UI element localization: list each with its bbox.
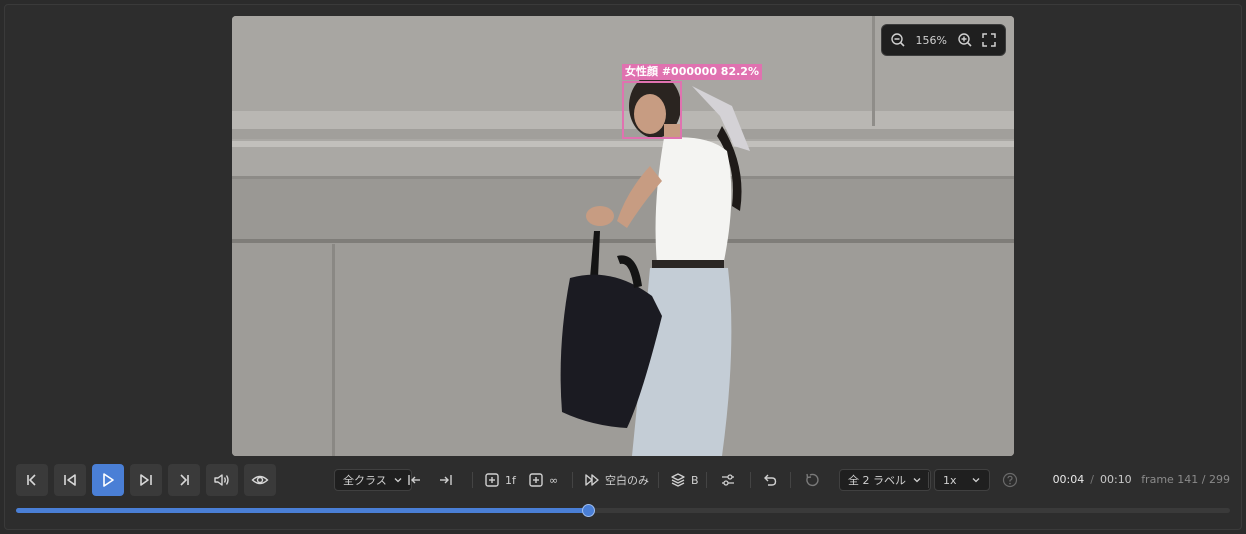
layers-icon <box>671 473 685 487</box>
video-canvas[interactable]: 女性顔 #000000 82.2% 156% <box>232 16 1014 456</box>
divider <box>572 472 573 488</box>
current-time: 00:04 <box>1052 473 1085 486</box>
fullscreen-icon <box>982 33 996 47</box>
frame-counter: frame 141 / 299 <box>1141 473 1230 486</box>
next-frame-button[interactable] <box>130 464 162 496</box>
previous-frame-icon <box>64 474 76 486</box>
playback-speed-select[interactable]: 1x <box>934 469 990 491</box>
layers-label: B <box>691 473 699 487</box>
adjust-settings-button[interactable] <box>714 466 742 494</box>
zoom-in-icon <box>958 33 972 47</box>
reset-icon <box>806 473 819 487</box>
help-button[interactable] <box>996 466 1024 494</box>
volume-button[interactable] <box>206 464 238 496</box>
time-separator: / <box>1090 473 1094 486</box>
blank-only-button[interactable]: 空白のみ <box>578 466 655 494</box>
timeline-progress-bar[interactable] <box>16 504 1230 517</box>
skip-to-start-button[interactable] <box>16 464 48 496</box>
undo-button[interactable] <box>756 466 784 494</box>
player-controls: 全クラス 1f ∞ 空白のみ B 全 2 ラベル 1x 00:04 / 00:1… <box>16 464 1230 496</box>
play-button[interactable] <box>92 464 124 496</box>
add-single-frame-button[interactable]: 1f <box>478 466 522 494</box>
sliders-icon <box>722 474 734 486</box>
detection-label: 女性顔 #000000 82.2% <box>622 64 762 80</box>
add-box-icon <box>485 473 499 487</box>
playback-speed-value: 1x <box>943 473 957 487</box>
zoom-level: 156% <box>915 33 947 47</box>
detection-bounding-box[interactable] <box>622 81 682 139</box>
labels-filter-value: 全 2 ラベル <box>848 474 906 487</box>
chevron-down-icon <box>913 478 921 483</box>
zoom-in-button[interactable] <box>955 30 975 50</box>
divider <box>750 472 751 488</box>
skip-to-end-button[interactable] <box>168 464 200 496</box>
zoom-out-icon <box>890 33 905 47</box>
jump-next-button[interactable] <box>432 466 460 494</box>
zoom-out-button[interactable] <box>888 30 908 50</box>
divider <box>472 472 473 488</box>
undo-icon <box>764 474 777 486</box>
reset-button[interactable] <box>798 466 826 494</box>
class-filter-value: 全クラス <box>343 474 387 487</box>
add-single-frame-label: 1f <box>505 473 516 487</box>
previous-frame-button[interactable] <box>54 464 86 496</box>
timeline-scrubber-handle[interactable] <box>581 504 595 517</box>
time-display: 00:04 / 00:10 frame 141 / 299 <box>1053 473 1230 486</box>
chevron-down-icon <box>972 478 980 483</box>
labels-filter-select[interactable]: 全 2 ラベル <box>839 469 931 491</box>
jump-previous-button[interactable] <box>400 466 428 494</box>
visibility-toggle-button[interactable] <box>244 464 276 496</box>
next-frame-icon <box>140 474 152 486</box>
fullscreen-button[interactable] <box>979 30 999 50</box>
help-icon <box>1002 472 1018 488</box>
divider <box>928 472 929 488</box>
play-icon <box>103 473 114 487</box>
skip-to-end-icon <box>180 474 189 486</box>
timeline-progress-fill <box>16 508 588 513</box>
add-all-frames-button[interactable]: ∞ <box>522 466 564 494</box>
divider <box>790 472 791 488</box>
jump-previous-icon <box>408 475 420 485</box>
blank-only-label: 空白のみ <box>605 474 649 487</box>
divider <box>706 472 707 488</box>
add-all-frames-label: ∞ <box>549 473 559 487</box>
total-time: 00:10 <box>1099 473 1132 486</box>
eye-icon <box>251 475 269 485</box>
zoom-controls: 156% <box>880 24 1006 56</box>
skip-to-start-icon <box>27 474 36 486</box>
fast-forward-icon <box>585 474 599 486</box>
jump-next-icon <box>440 475 452 485</box>
add-box-icon <box>529 473 543 487</box>
layers-button[interactable]: B <box>664 466 705 494</box>
volume-icon <box>214 474 229 486</box>
divider <box>658 472 659 488</box>
